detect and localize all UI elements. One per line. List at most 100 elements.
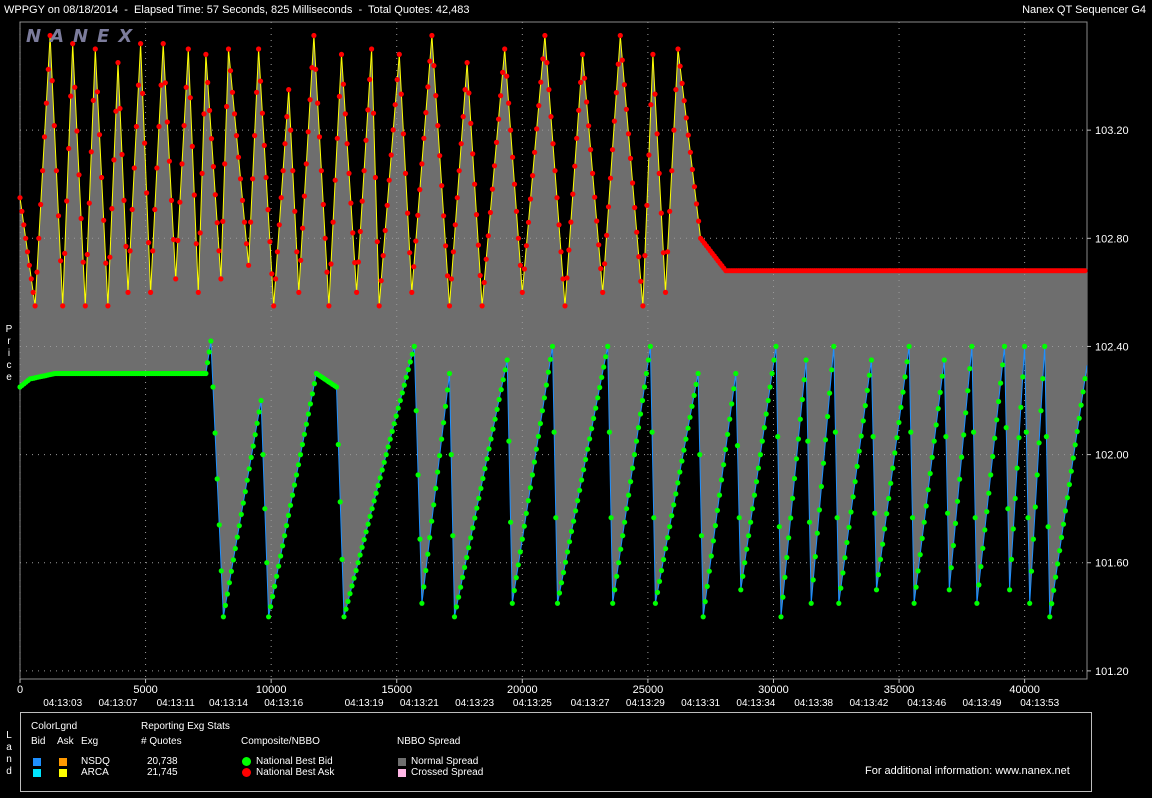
best-bid-point [761,425,767,431]
best-bid-point [1022,343,1028,349]
best-ask-point [305,129,311,135]
nsdq-ask-swatch [59,758,67,766]
best-bid-point [597,384,603,391]
best-bid-point [850,494,856,500]
best-bid-point [435,469,441,475]
best-bid-point [289,492,296,498]
price-chart[interactable]: 101.20 101.60 102.00 102.40 102.80 103.20 0 500… [0,20,1152,710]
best-ask-point [23,235,29,241]
best-bid-point [500,377,506,383]
best-ask-point [96,132,103,138]
best-bid-point [462,564,468,571]
best-bid-point [238,511,244,517]
nsdq-quotes: 20,738 [147,756,178,767]
best-ask-point [489,186,495,192]
best-ask-point [156,123,162,130]
best-ask-point [154,165,160,171]
best-bid-point [860,418,866,424]
best-bid-point [474,505,480,511]
title-bar: WPPGY on 08/18/2014 - Elapsed Time: 57 S… [0,0,1152,20]
best-bid-point [1010,526,1016,532]
best-bid-point [214,476,220,482]
best-ask-point [146,240,152,246]
best-bid-point [982,527,988,533]
best-ask-point [280,168,286,174]
best-bid-point [616,560,622,566]
best-bid-point [543,382,550,388]
best-bid-point [403,374,409,380]
best-bid-point [667,524,673,530]
best-bid-point [1053,574,1059,580]
y-tick-label: 102.00 [1095,450,1129,462]
best-ask-point [578,79,584,85]
best-bid-label: National Best Bid [256,756,333,767]
best-bid-point [782,574,788,580]
best-bid-point [515,562,521,568]
best-ask-point [519,289,525,295]
best-bid-point [759,438,765,444]
nanex-logo: NANEX [26,26,142,47]
best-bid-point [216,522,222,528]
best-bid-point [365,521,371,527]
best-bid-point [1076,415,1082,421]
best-ask-point [80,259,86,265]
best-ask-point [36,235,42,241]
best-bid-point [566,539,573,545]
best-bid-point [624,506,630,512]
best-bid-point [252,432,258,438]
best-bid-point [579,477,585,483]
best-bid-point [628,479,634,485]
best-ask-point [45,66,51,72]
best-bid-point [769,370,775,377]
best-bid-point [234,534,240,540]
best-bid-point [838,585,844,591]
best-ask-point [681,98,687,104]
best-ask-point [160,41,166,47]
best-bid-point [506,438,512,444]
crossed-spread-label: Crossed Spread [411,767,484,778]
best-ask-point [523,243,530,249]
best-ask-point [460,114,466,120]
best-bid-point [585,446,591,452]
best-ask-point [640,303,646,309]
best-bid-point [988,472,994,478]
best-ask-point [111,157,117,163]
best-ask-point [580,51,586,57]
best-ask-point [454,195,460,201]
x-tick-label: 35000 [884,684,915,696]
best-bid-point [875,572,882,578]
best-bid-point [801,377,807,383]
best-bid-point [393,413,399,419]
best-ask-point [550,141,556,147]
ask-header: Ask [57,736,74,747]
best-bid-point [589,426,595,432]
best-bid-point [345,598,351,605]
crossed-spread-swatch [398,769,406,777]
best-ask-point [298,257,304,263]
best-ask-point [24,249,31,255]
best-bid-point [287,502,294,508]
best-ask-point [402,170,409,176]
best-bid-point [693,381,699,387]
best-bid-point [460,574,466,580]
best-bid-point [639,397,646,404]
best-bid-point [954,498,961,504]
best-ask-point [500,69,506,75]
best-bid-point [805,438,811,444]
best-bid-point [341,614,347,620]
best-bid-point [925,487,931,493]
best-ask-point [511,181,518,187]
best-bid-point [969,343,975,349]
best-ask-point [439,183,445,189]
best-bid-point [285,512,292,518]
best-bid-point [357,552,363,558]
best-bid-point [242,489,248,495]
best-ask-point [468,120,474,126]
best-bid-point [1038,408,1044,414]
best-ask-point [671,127,677,133]
best-bid-point [1057,548,1063,554]
best-ask-point [652,91,658,97]
best-ask-point [496,116,502,122]
best-ask-point [53,168,60,174]
best-bid-point [691,392,697,398]
